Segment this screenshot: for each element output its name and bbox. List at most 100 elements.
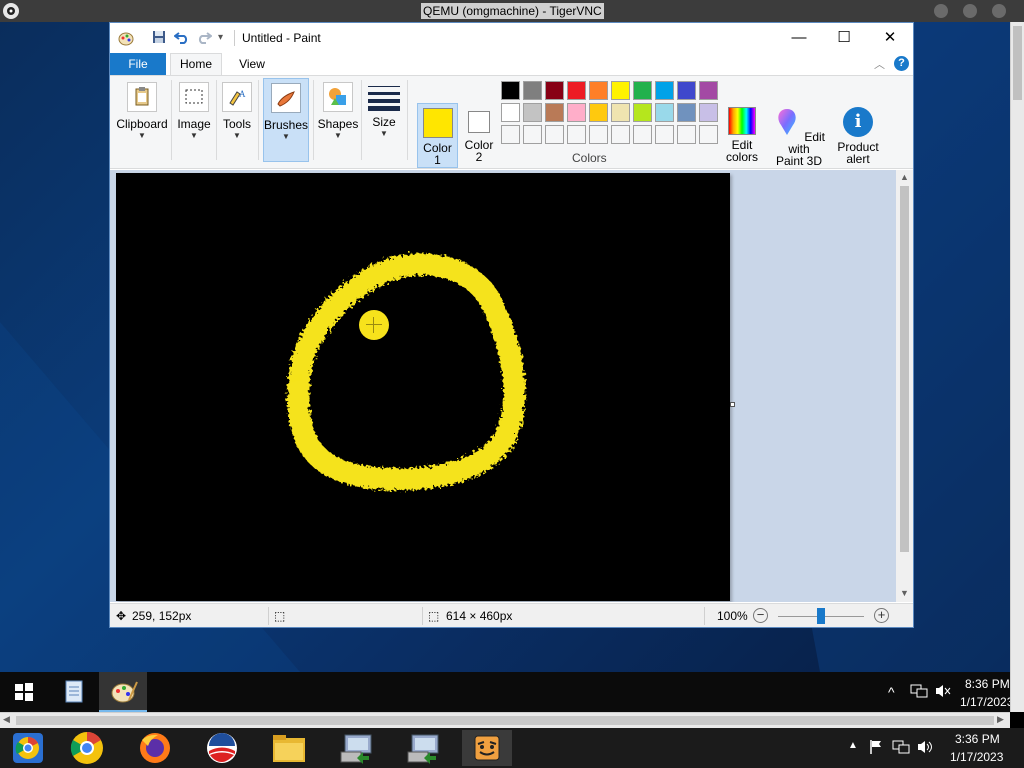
ribbon-divider	[216, 80, 217, 160]
palette-swatch[interactable]	[655, 81, 674, 100]
vnc-vertical-scrollbar[interactable]	[1010, 22, 1024, 712]
host-clock-date[interactable]: 1/17/2023	[950, 750, 1003, 764]
host-taskbar-vnc-viewer-app-2[interactable]	[398, 730, 448, 766]
maximize-button[interactable]: ☐	[821, 25, 867, 51]
palette-swatch[interactable]	[655, 125, 674, 144]
scroll-up-icon[interactable]: ▲	[900, 172, 909, 182]
product-alert-button[interactable]: i Product alert	[834, 103, 882, 165]
palette-swatch[interactable]	[567, 103, 586, 122]
close-button[interactable]: ✕	[867, 25, 913, 51]
windows-start-icon[interactable]	[14, 682, 34, 702]
image-button[interactable]: Image ▼	[174, 78, 214, 162]
color1-button[interactable]: Color 1	[417, 103, 458, 168]
host-flag-icon[interactable]	[868, 739, 884, 758]
scroll-right-icon[interactable]: ▶	[997, 714, 1004, 725]
palette-swatch[interactable]	[523, 125, 542, 144]
drawing-canvas[interactable]	[116, 173, 730, 601]
palette-swatch[interactable]	[633, 103, 652, 122]
host-network-icon[interactable]	[892, 739, 910, 758]
taskbar-paint-app[interactable]	[99, 672, 147, 712]
palette-swatch[interactable]	[523, 103, 542, 122]
palette-swatch[interactable]	[611, 81, 630, 100]
tab-view[interactable]: View	[230, 53, 274, 75]
palette-swatch[interactable]	[545, 103, 564, 122]
host-taskbar-obama-app[interactable]	[197, 730, 247, 766]
canvas-resize-handle[interactable]	[730, 402, 735, 407]
help-icon[interactable]: ?	[894, 56, 909, 71]
scroll-down-icon[interactable]: ▼	[900, 588, 909, 598]
host-taskbar-vnc-viewer-app[interactable]	[331, 730, 381, 766]
show-hidden-icons-chevron-up-icon[interactable]: ^	[888, 684, 895, 700]
host-volume-icon[interactable]	[916, 739, 934, 758]
palette-swatch[interactable]	[699, 81, 718, 100]
tab-file[interactable]: File	[110, 53, 166, 75]
host-taskbar-chrome-app[interactable]	[62, 730, 112, 766]
vnc-horizontal-scrollbar[interactable]: ◀ ▶	[0, 712, 1010, 728]
guest-clock-time[interactable]: 8:36 PM	[965, 677, 1010, 691]
brushes-button[interactable]: Brushes ▼	[263, 78, 309, 162]
vnc-minimize-button[interactable]	[934, 4, 948, 18]
vnc-vertical-scroll-thumb[interactable]	[1013, 26, 1022, 100]
edit-with-paint3d-button[interactable]: Edit with Paint 3D	[766, 103, 832, 167]
palette-swatch[interactable]	[523, 81, 542, 100]
size-button[interactable]: Size ▼	[365, 78, 403, 162]
vnc-close-button[interactable]	[992, 4, 1006, 18]
palette-swatch[interactable]	[589, 125, 608, 144]
edit-colors-button[interactable]: Edit colors	[724, 103, 760, 163]
volume-muted-icon[interactable]	[934, 683, 952, 702]
redo-icon[interactable]	[196, 30, 213, 47]
shapes-label: Shapes	[317, 117, 359, 131]
undo-icon[interactable]	[173, 30, 190, 47]
canvas-vertical-scrollbar[interactable]: ▲ ▼	[896, 170, 913, 602]
palette-swatch[interactable]	[633, 81, 652, 100]
host-taskbar-chromium-app[interactable]	[2, 730, 52, 766]
zoom-out-button[interactable]: −	[753, 608, 768, 623]
palette-swatch[interactable]	[545, 125, 564, 144]
tab-home[interactable]: Home	[170, 53, 222, 76]
host-tray-chevron-up-icon[interactable]: ▲	[848, 740, 858, 751]
palette-swatch[interactable]	[501, 103, 520, 122]
palette-swatch[interactable]	[699, 103, 718, 122]
palette-swatch[interactable]	[699, 125, 718, 144]
palette-swatch[interactable]	[677, 81, 696, 100]
palette-swatch[interactable]	[567, 125, 586, 144]
network-icon[interactable]	[910, 683, 928, 702]
tools-button[interactable]: A Tools ▼	[218, 78, 256, 162]
shapes-icon	[323, 82, 353, 112]
zoom-in-button[interactable]: +	[874, 608, 889, 623]
shapes-button[interactable]: Shapes ▼	[317, 78, 359, 162]
palette-swatch[interactable]	[501, 81, 520, 100]
clipboard-button[interactable]: Clipboard ▼	[115, 78, 169, 162]
zoom-slider-thumb[interactable]	[817, 608, 825, 624]
palette-swatch[interactable]	[633, 125, 652, 144]
palette-swatch[interactable]	[611, 125, 630, 144]
color2-button[interactable]: Color 2	[460, 103, 498, 168]
collapse-ribbon-chevron-up-icon[interactable]: ︿	[874, 56, 885, 72]
vnc-viewer-icon	[340, 734, 372, 764]
vnc-horizontal-scroll-thumb[interactable]	[16, 716, 994, 725]
host-clock-time[interactable]: 3:36 PM	[955, 732, 1000, 746]
canvas-scroll-thumb[interactable]	[900, 186, 909, 552]
palette-swatch[interactable]	[611, 103, 630, 122]
host-taskbar-firefox-app[interactable]	[130, 730, 180, 766]
palette-swatch[interactable]	[589, 103, 608, 122]
vnc-maximize-button[interactable]	[963, 4, 977, 18]
palette-swatch[interactable]	[589, 81, 608, 100]
scroll-left-icon[interactable]: ◀	[3, 714, 10, 725]
host-taskbar-file-manager-app[interactable]	[264, 730, 314, 766]
taskbar-notepad-app[interactable]	[50, 672, 98, 712]
guest-clock-date[interactable]: 1/17/2023	[960, 695, 1010, 709]
palette-swatch[interactable]	[501, 125, 520, 144]
palette-swatch[interactable]	[567, 81, 586, 100]
palette-swatch[interactable]	[545, 81, 564, 100]
palette-swatch[interactable]	[677, 103, 696, 122]
save-icon[interactable]	[152, 30, 166, 47]
host-taskbar-tigervnc-app[interactable]	[462, 730, 512, 766]
paint-app-icon[interactable]	[118, 30, 134, 46]
customize-qat-chevron-down-icon[interactable]: ▾	[218, 32, 223, 43]
palette-swatch[interactable]	[677, 125, 696, 144]
svg-text:A: A	[239, 89, 246, 99]
minimize-button[interactable]: —	[776, 25, 822, 51]
palette-swatch[interactable]	[655, 103, 674, 122]
paint-taskbar-icon	[111, 681, 138, 703]
